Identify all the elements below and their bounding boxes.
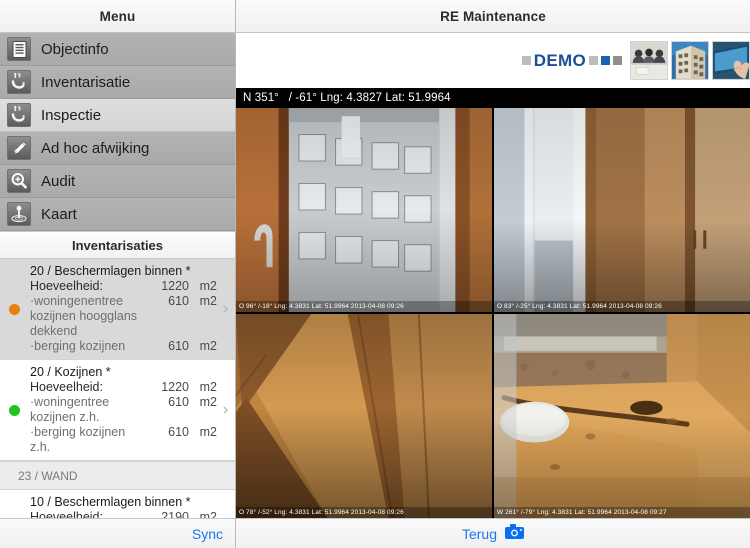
inventory-row-title: 10 / Beschermlagen binnen * bbox=[30, 495, 191, 509]
inventory-row-title: 20 / Kozijnen * bbox=[30, 365, 111, 379]
meeting-photo-thumb bbox=[630, 41, 668, 80]
tablet-photo-thumb bbox=[712, 41, 750, 80]
detail-label: Hoeveelheid: bbox=[30, 510, 103, 518]
map-pin-icon bbox=[7, 202, 31, 226]
menu-item-inspectie[interactable]: Inspectie bbox=[0, 99, 235, 132]
detail-quantity: 610 bbox=[168, 294, 189, 308]
logo-square-0 bbox=[521, 56, 531, 65]
building-photo-thumb bbox=[671, 41, 709, 80]
status-bullet bbox=[9, 304, 20, 315]
inventory-detail-line: Hoeveelheid: 2190 m2 bbox=[30, 510, 217, 518]
detail-unit: m2 bbox=[199, 380, 217, 394]
photo-caption: O 78° /-52° Lng: 4.3831 Lat: 51.9964 201… bbox=[236, 507, 492, 518]
document-icon bbox=[7, 37, 31, 61]
menu-item-label: Objectinfo bbox=[41, 40, 109, 58]
detail-label: ·berging kozijnen z.h. bbox=[30, 425, 126, 454]
detail-label: ·woningentree kozijnen z.h. bbox=[30, 395, 110, 424]
right-panel: RE Maintenance DEMO N 351° / -61° Lng: 4… bbox=[236, 0, 750, 548]
detail-unit: m2 bbox=[199, 339, 217, 353]
menu-item-label: Kaart bbox=[41, 205, 77, 223]
detail-unit: m2 bbox=[199, 510, 217, 518]
menu-list: Objectinfo Inventarisatie Inspectie Ad hoc … bbox=[0, 33, 235, 231]
clipboard-arrow-icon bbox=[7, 70, 31, 94]
detail-quantity: 1220 bbox=[161, 380, 189, 394]
inventory-detail-line: ·berging kozijnen z.h. 610 m2 bbox=[30, 425, 217, 455]
app-title-bar: RE Maintenance bbox=[236, 0, 750, 33]
status-bullet bbox=[9, 405, 20, 416]
inventory-detail-line: ·woningentree kozijnen z.h. 610 m2 bbox=[30, 395, 217, 425]
menu-item-label: Inspectie bbox=[41, 106, 102, 124]
menu-item-kaart[interactable]: Kaart bbox=[0, 198, 235, 231]
logo-square-1 bbox=[589, 56, 598, 65]
inventory-row[interactable]: 20 / Kozijnen * Hoeveelheid: 1220 m2 ·woning… bbox=[0, 360, 235, 461]
app-root: Menu Objectinfo Inventarisatie Inspectie Ad… bbox=[0, 0, 750, 548]
magnifier-plus-icon bbox=[7, 169, 31, 193]
branding-bar: DEMO bbox=[236, 33, 750, 88]
inventory-detail-line: Hoeveelheid: 1220 m2 bbox=[30, 279, 217, 294]
detail-unit: m2 bbox=[199, 395, 217, 409]
gps-status-bar: N 351° / -61° Lng: 4.3827 Lat: 51.9964 bbox=[236, 88, 750, 107]
detail-unit: m2 bbox=[199, 294, 217, 308]
chevron-right-icon: › bbox=[222, 517, 229, 519]
photo-caption: W 261° /-79° Lng: 4.3831 Lat: 51.9964 20… bbox=[494, 507, 750, 518]
inventory-row[interactable]: 20 / Beschermlagen binnen * Hoeveelheid: 1… bbox=[0, 259, 235, 360]
detail-quantity: 610 bbox=[168, 425, 189, 439]
clipboard-arrow-icon bbox=[7, 103, 31, 127]
left-bottom-toolbar: Sync bbox=[0, 518, 235, 548]
menu-item-label: Inventarisatie bbox=[41, 73, 131, 91]
chevron-right-icon: › bbox=[222, 400, 229, 420]
sync-button[interactable]: Sync bbox=[192, 526, 223, 542]
photo-caption: O 96° /-18° Lng: 4.3831 Lat: 51.9964 201… bbox=[236, 301, 492, 312]
right-bottom-toolbar: Terug bbox=[236, 518, 750, 548]
detail-unit: m2 bbox=[199, 425, 217, 439]
detail-unit: m2 bbox=[199, 279, 217, 293]
inventory-detail-line: ·woningenentree kozijnen hoogglans dekke… bbox=[30, 294, 217, 339]
detail-quantity: 610 bbox=[168, 339, 189, 353]
menu-item-label: Audit bbox=[41, 172, 76, 190]
chevron-right-icon: › bbox=[222, 299, 229, 319]
menu-item-audit[interactable]: Audit bbox=[0, 165, 235, 198]
demo-logo: DEMO bbox=[521, 50, 622, 71]
photo-bottom-left[interactable]: O 78° /-52° Lng: 4.3831 Lat: 51.9964 201… bbox=[236, 314, 492, 518]
inventory-detail-line: Hoeveelheid: 1220 m2 bbox=[30, 380, 217, 395]
inventory-list[interactable]: 20 / Beschermlagen binnen * Hoeveelheid: 1… bbox=[0, 259, 235, 518]
inventory-row-title: 20 / Beschermlagen binnen * bbox=[30, 264, 191, 278]
logo-square-2 bbox=[601, 56, 610, 65]
inventory-group-header: 23 / WAND bbox=[0, 461, 235, 490]
photo-top-left[interactable]: O 96° /-18° Lng: 4.3831 Lat: 51.9964 201… bbox=[236, 108, 492, 312]
photo-grid: O 96° /-18° Lng: 4.3831 Lat: 51.9964 201… bbox=[236, 107, 750, 518]
menu-item-inventarisatie[interactable]: Inventarisatie bbox=[0, 66, 235, 99]
detail-quantity: 1220 bbox=[161, 279, 189, 293]
demo-logo-text: DEMO bbox=[533, 50, 586, 70]
left-panel: Menu Objectinfo Inventarisatie Inspectie Ad… bbox=[0, 0, 236, 548]
brand-thumbnails bbox=[630, 41, 750, 80]
detail-quantity: 2190 bbox=[161, 510, 189, 518]
page-title: RE Maintenance bbox=[440, 8, 546, 24]
detail-label: ·berging kozijnen bbox=[30, 339, 126, 353]
detail-label: ·woningenentree kozijnen hoogglans dekke… bbox=[30, 294, 138, 338]
camera-icon[interactable] bbox=[505, 523, 525, 544]
back-button[interactable]: Terug bbox=[462, 526, 497, 542]
inventory-detail-line: ·berging kozijnen 610 m2 bbox=[30, 339, 217, 354]
photo-top-right[interactable]: O 83° /-25° Lng: 4.3831 Lat: 51.9964 201… bbox=[494, 108, 750, 312]
menu-item-ad-hoc-afwijking[interactable]: Ad hoc afwijking bbox=[0, 132, 235, 165]
menu-header: Menu bbox=[0, 0, 235, 33]
detail-label: Hoeveelheid: bbox=[30, 380, 103, 394]
detail-label: Hoeveelheid: bbox=[30, 279, 103, 293]
menu-item-objectinfo[interactable]: Objectinfo bbox=[0, 33, 235, 66]
pencil-icon bbox=[7, 136, 31, 160]
photo-caption: O 83° /-25° Lng: 4.3831 Lat: 51.9964 201… bbox=[494, 301, 750, 312]
inventarisaties-title: Inventarisaties bbox=[71, 237, 164, 253]
inventarisaties-header: Inventarisaties bbox=[0, 231, 235, 259]
inventory-row[interactable]: 10 / Beschermlagen binnen * Hoeveelheid: 2… bbox=[0, 490, 235, 518]
photo-bottom-right[interactable]: W 261° /-79° Lng: 4.3831 Lat: 51.9964 20… bbox=[494, 314, 750, 518]
detail-quantity: 610 bbox=[168, 395, 189, 409]
menu-item-label: Ad hoc afwijking bbox=[41, 139, 150, 157]
menu-header-title: Menu bbox=[99, 8, 136, 24]
logo-square-3 bbox=[613, 56, 622, 65]
